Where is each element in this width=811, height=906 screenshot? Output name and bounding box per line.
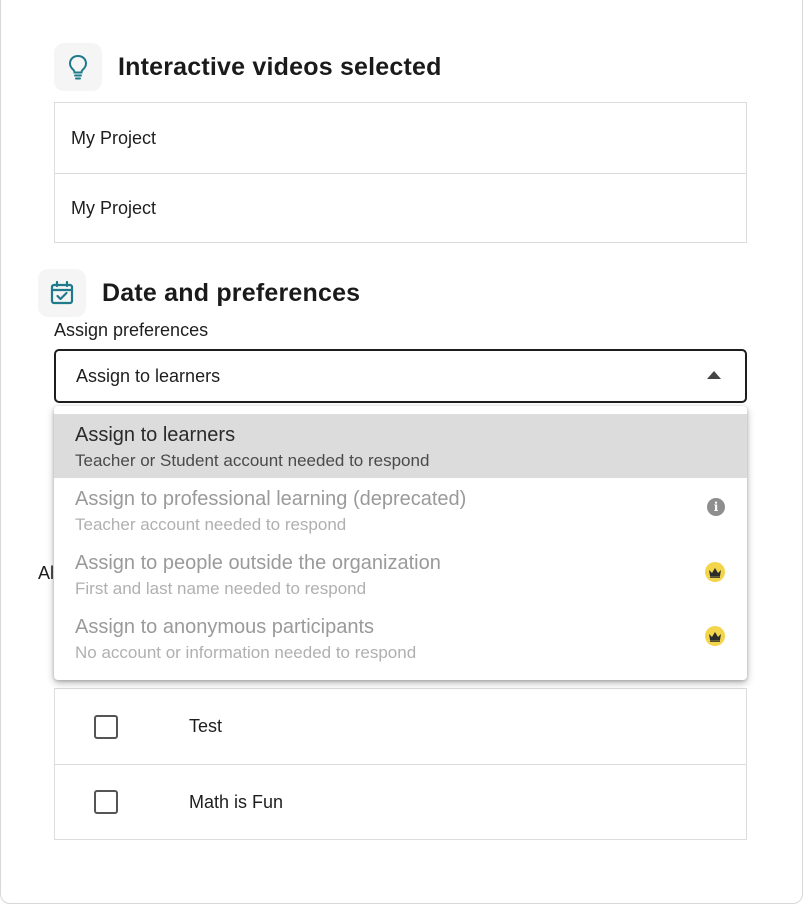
option-subtitle: First and last name needed to respond (75, 579, 367, 598)
videos-section-title: Interactive videos selected (118, 52, 442, 81)
option-assign-professional-learning[interactable]: Assign to professional learning (depreca… (54, 478, 747, 542)
table-row: Test (55, 689, 746, 764)
crown-icon (705, 562, 725, 582)
row-checkbox[interactable] (94, 790, 118, 814)
class-table: Test Math is Fun (54, 688, 747, 840)
lightbulb-icon (54, 43, 102, 91)
option-assign-outside-organization[interactable]: Assign to people outside the organizatio… (54, 542, 747, 606)
date-section-title: Date and preferences (102, 278, 361, 307)
obscured-label: Al (38, 563, 55, 583)
selected-videos-list: My Project My Project (54, 102, 747, 243)
crown-icon (705, 626, 725, 646)
option-assign-learners[interactable]: Assign to learners Teacher or Student ac… (54, 414, 747, 478)
row-checkbox[interactable] (94, 714, 118, 739)
info-icon[interactable]: i (707, 498, 725, 516)
option-subtitle: Teacher account needed to respond (75, 515, 347, 534)
caret-up-icon (707, 371, 721, 379)
option-title: Assign to professional learning (depreca… (75, 488, 467, 510)
class-name: Test (189, 716, 223, 736)
assign-preferences-select[interactable]: Assign to learners (54, 349, 747, 403)
assign-preferences-label: Assign preferences (54, 320, 209, 340)
select-value: Assign to learners (76, 365, 221, 386)
video-item: My Project (55, 173, 746, 243)
option-subtitle: No account or information needed to resp… (75, 643, 417, 662)
option-title: Assign to learners (75, 424, 236, 446)
option-title: Assign to anonymous participants (75, 616, 375, 638)
calendar-check-icon (38, 269, 86, 317)
option-subtitle: Teacher or Student account needed to res… (75, 451, 430, 470)
table-row: Math is Fun (55, 764, 746, 839)
option-assign-anonymous[interactable]: Assign to anonymous participants No acco… (54, 606, 747, 670)
videos-section-header: Interactive videos selected (54, 43, 442, 91)
class-name: Math is Fun (189, 791, 284, 812)
date-section-header: Date and preferences (38, 269, 360, 317)
option-title: Assign to people outside the organizatio… (75, 552, 441, 574)
video-item: My Project (71, 127, 157, 148)
assign-preferences-menu: Assign to learners Teacher or Student ac… (54, 406, 747, 680)
